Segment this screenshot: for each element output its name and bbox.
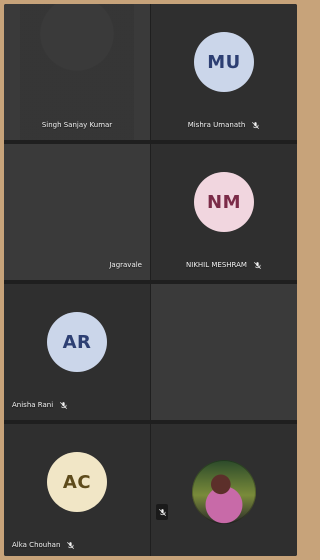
participant-label: Mishra Umanath bbox=[159, 121, 289, 130]
participant-name-suffix: Jagravale bbox=[109, 261, 142, 269]
meeting-grid: Singh Sanjay Kumar MU Mishra Umanath Jag… bbox=[4, 4, 297, 556]
participant-tile-4[interactable]: NM NIKHIL MESHRAM bbox=[151, 144, 297, 280]
participant-label: Jagravale bbox=[12, 261, 142, 270]
participant-name: Anisha Rani bbox=[12, 401, 54, 409]
participant-avatar: AR bbox=[47, 312, 107, 372]
mic-off-icon bbox=[158, 508, 167, 517]
mic-off-icon bbox=[253, 261, 262, 270]
participant-label: Alka Chouhan bbox=[12, 541, 142, 550]
participant-initials: MU bbox=[207, 51, 241, 73]
participant-avatar: MU bbox=[194, 32, 254, 92]
participant-label: NIKHIL MESHRAM bbox=[159, 261, 289, 270]
mic-off-icon bbox=[59, 401, 68, 410]
participant-initials: AR bbox=[62, 331, 92, 353]
participant-name: Mishra Umanath bbox=[187, 121, 246, 129]
participant-initials: AC bbox=[62, 471, 92, 493]
participant-avatar: NM bbox=[194, 172, 254, 232]
participant-tile-3[interactable]: Jagravale bbox=[4, 144, 150, 280]
participant-tile-8[interactable] bbox=[151, 424, 297, 556]
participant-name: Alka Chouhan bbox=[12, 541, 61, 549]
participant-tile-6[interactable] bbox=[151, 284, 297, 420]
participant-tile-7[interactable]: AC Alka Chouhan bbox=[4, 424, 150, 556]
participant-video bbox=[20, 4, 134, 140]
mute-indicator bbox=[156, 504, 168, 520]
participant-avatar: AC bbox=[47, 452, 107, 512]
participant-tile-5[interactable]: AR Anisha Rani bbox=[4, 284, 150, 420]
participant-name: NIKHIL MESHRAM bbox=[186, 261, 247, 269]
participant-name: Singh Sanjay Kumar bbox=[41, 121, 113, 129]
participant-photo bbox=[192, 460, 256, 524]
mic-off-icon bbox=[251, 121, 260, 130]
participant-initials: NM bbox=[207, 191, 241, 213]
participant-tile-1[interactable]: Singh Sanjay Kumar bbox=[4, 4, 150, 140]
participant-label: Singh Sanjay Kumar bbox=[12, 121, 142, 130]
participant-tile-2[interactable]: MU Mishra Umanath bbox=[151, 4, 297, 140]
mic-off-icon bbox=[66, 541, 75, 550]
participant-label: Anisha Rani bbox=[12, 401, 142, 410]
